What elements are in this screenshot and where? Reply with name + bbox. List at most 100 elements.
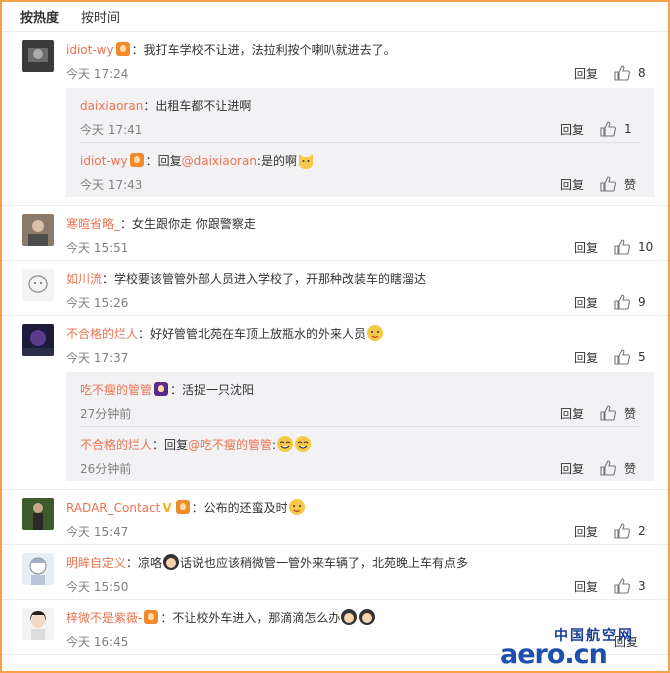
avatar[interactable] (22, 40, 54, 72)
reply-text: ：出租车都不让进啊 (143, 99, 252, 113)
reply-button[interactable]: 回复 (560, 460, 584, 477)
reply-list: 吃不瘦的管管 ：活捉一只沈阳 27分钟前 回复 赞 不合格的烂人：回复@吃不瘦的管… (66, 372, 654, 481)
comment-time: 今天 15:51 (66, 240, 129, 255)
reply-button[interactable]: 回复 (574, 294, 598, 311)
like-count: 赞 (624, 461, 637, 476)
like-button[interactable]: 8 (614, 65, 654, 81)
thumbs-up-icon (600, 460, 616, 476)
comment-item: 不合格的烂人：好好管管北苑在车顶上放瓶水的外来人员 今天 17:37 回复 5 … (2, 316, 668, 490)
comment-time: 今天 16:45 (66, 634, 129, 649)
reply-button[interactable]: 回复 (574, 578, 598, 595)
aero-watermark-logo: 中国航空网 aero.cn (500, 625, 662, 670)
like-button[interactable]: 赞 (600, 460, 640, 477)
mention-link[interactable]: @吃不瘦的管管 (188, 438, 272, 452)
like-count: 10 (638, 240, 654, 254)
reply-button[interactable]: 回复 (560, 405, 584, 422)
tab-hot[interactable]: 按热度 (20, 7, 59, 26)
thumbs-up-icon (614, 349, 630, 365)
comments-panel: 按热度 按时间 idiot-wy ：我打车学校不让进，法拉利按个喇叭就进去了。 今… (0, 0, 670, 673)
reply-item: idiot-wy ：回复@daixiaoran:是的啊 今天 17:43 回复 赞 (80, 143, 640, 197)
like-button[interactable]: 3 (614, 578, 654, 594)
reply-button[interactable]: 回复 (574, 65, 598, 82)
face-emoji-icon (359, 609, 376, 625)
reply-time: 今天 17:41 (80, 122, 143, 137)
comment-username[interactable]: idiot-wy (66, 43, 114, 57)
like-button[interactable]: 10 (614, 239, 654, 255)
comment-item: RADAR_Contact V ：公布的还蛮及时 今天 15:47 回复 2 (2, 490, 668, 545)
reply-text: ：活捉一只沈阳 (170, 383, 255, 397)
comment-username[interactable]: 不合格的烂人 (66, 327, 138, 341)
like-button[interactable]: 赞 (600, 176, 640, 193)
comment-time: 今天 15:26 (66, 295, 129, 310)
comment-item: 寒暄省略_：女生跟你走 你跟警察走 今天 15:51 回复 10 (2, 206, 668, 261)
reply-username[interactable]: 吃不瘦的管管 (80, 383, 152, 397)
comment-username[interactable]: 如川流 (66, 272, 102, 286)
comment-text: ：不让校外车进入，那滴滴怎么办 (160, 611, 341, 625)
avatar[interactable] (22, 324, 54, 356)
thumbs-up-icon (614, 65, 630, 81)
reply-button[interactable]: 回复 (560, 176, 584, 193)
reply-prefix: ：回复 (152, 438, 189, 452)
thumbs-up-icon (600, 121, 616, 137)
tab-time[interactable]: 按时间 (81, 7, 120, 26)
drooling-emoji-icon (367, 325, 384, 341)
member-badge-icon (175, 500, 190, 514)
member-badge-icon (129, 153, 144, 167)
thumbs-up-icon (614, 294, 630, 310)
like-button[interactable]: 1 (600, 121, 640, 137)
like-button[interactable]: 5 (614, 349, 654, 365)
comment-text: ：我打车学校不让进，法拉利按个喇叭就进去了。 (131, 43, 396, 57)
like-count: 1 (624, 122, 632, 136)
like-count: 8 (638, 66, 646, 80)
like-count: 3 (638, 579, 646, 593)
watermark-main-text: aero.cn (500, 639, 608, 670)
comment-username[interactable]: RADAR_Contact (66, 501, 160, 515)
reply-item: daixiaoran：出租车都不让进啊 今天 17:41 回复 1 (80, 88, 640, 143)
like-count: 9 (638, 295, 646, 309)
avatar[interactable] (22, 608, 54, 640)
reply-username[interactable]: 不合格的烂人 (80, 438, 152, 452)
comment-item: idiot-wy ：我打车学校不让进，法拉利按个喇叭就进去了。 今天 17:24 … (2, 32, 668, 206)
like-count: 赞 (624, 406, 637, 421)
avatar[interactable] (22, 269, 54, 301)
reply-username[interactable]: daixiaoran (80, 99, 143, 113)
member-badge-icon (154, 382, 169, 396)
sort-tabs: 按热度 按时间 (2, 2, 668, 32)
reply-time: 今天 17:43 (80, 177, 143, 192)
mention-link[interactable]: @daixiaoran (182, 154, 257, 168)
cat-emoji-icon (298, 154, 313, 169)
thumbs-up-icon (600, 176, 616, 192)
avatar[interactable] (22, 553, 54, 585)
comment-time: 今天 15:47 (66, 524, 129, 539)
reply-time: 27分钟前 (80, 406, 132, 421)
comment-text-continued: 话说也应该稍微管一管外来车辆了，北苑晚上车有点多 (180, 556, 469, 570)
comment-text: ：学校要该管管外部人员进入学校了，开那种改装车的瞎溜达 (102, 272, 427, 286)
like-button[interactable]: 9 (614, 294, 654, 310)
reply-prefix: ：回复 (145, 154, 182, 168)
like-count: 赞 (624, 177, 637, 192)
reply-button[interactable]: 回复 (560, 121, 584, 138)
reply-button[interactable]: 回复 (574, 239, 598, 256)
comment-text: ：凉咯 (126, 556, 163, 570)
comment-time: 今天 17:37 (66, 350, 129, 365)
like-count: 2 (638, 524, 646, 538)
like-button[interactable]: 赞 (600, 405, 640, 422)
like-button[interactable]: 2 (614, 523, 654, 539)
thumbs-up-icon (614, 523, 630, 539)
member-badge-icon (115, 42, 130, 56)
comment-username[interactable]: 梓微不是紫薇- (66, 611, 142, 625)
avatar[interactable] (22, 214, 54, 246)
avatar[interactable] (22, 498, 54, 530)
grin-emoji-icon (295, 436, 312, 452)
comment-username[interactable]: 明眸自定义 (66, 556, 126, 570)
reply-button[interactable]: 回复 (574, 523, 598, 540)
thumbs-up-icon (614, 578, 630, 594)
comment-text: ：公布的还蛮及时 (191, 501, 288, 515)
reply-time: 26分钟前 (80, 461, 132, 476)
reply-item: 不合格的烂人：回复@吃不瘦的管管: 26分钟前 回复 赞 (80, 427, 640, 481)
reply-button[interactable]: 回复 (574, 349, 598, 366)
comment-text: ：女生跟你走 你跟警察走 (120, 217, 256, 231)
member-badge-icon (144, 610, 159, 624)
reply-username[interactable]: idiot-wy (80, 154, 128, 168)
comment-username[interactable]: 寒暄省略_ (66, 217, 120, 231)
